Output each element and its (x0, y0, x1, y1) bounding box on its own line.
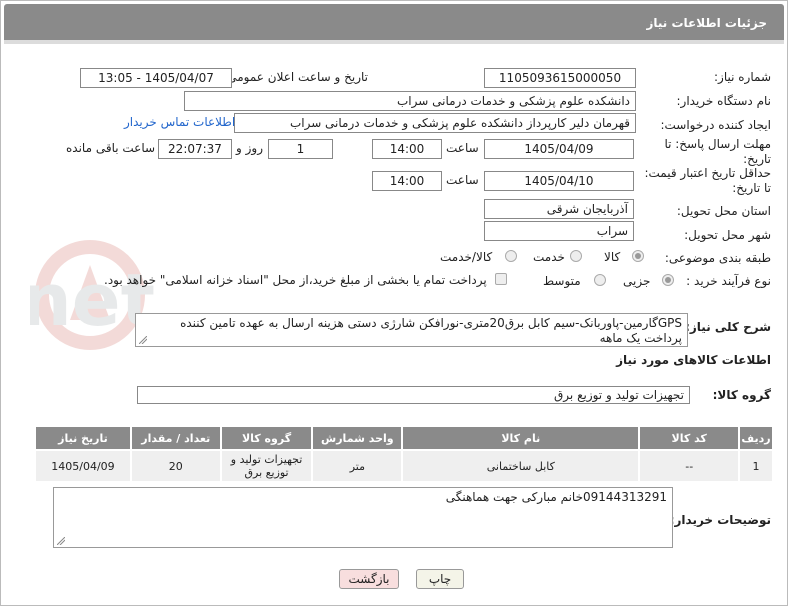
cell-code: -- (638, 449, 741, 483)
goods-group-label: گروه کالا: (712, 388, 771, 402)
announce-label: تاریخ و ساعت اعلان عمومی: (223, 70, 368, 84)
cell-name: کابل ساختمانی (401, 449, 641, 483)
resize-handle-icon[interactable] (57, 537, 65, 545)
validity-label-line1: حداقل تاریخ اعتبار قیمت: (644, 166, 771, 180)
category-radio-service[interactable] (570, 250, 582, 262)
goods-table: ردیف کد کالا نام کالا واحد شمارش گروه کا… (34, 425, 774, 483)
cell-need-date: 1405/04/09 (34, 449, 132, 483)
category-radio-goods-service[interactable] (505, 250, 517, 262)
category-option-service: خدمت (533, 250, 565, 264)
goods-table-header: ردیف کد کالا نام کالا واحد شمارش گروه کا… (34, 425, 774, 451)
treasury-payment-note: پرداخت تمام یا بخشی از مبلغ خرید،از محل … (104, 273, 487, 287)
need-number-label: شماره نیاز: (714, 70, 771, 84)
page-title: جزئیات اطلاعات نیاز (646, 16, 767, 30)
page-header: جزئیات اطلاعات نیاز (4, 4, 784, 44)
province-label: استان محل تحویل: (676, 204, 771, 218)
col-header-name: نام کالا (401, 425, 641, 451)
print-button[interactable]: چاپ (416, 569, 464, 589)
validity-label-line2: تا تاریخ: (732, 181, 771, 195)
need-number-field: 1105093615000050 (484, 68, 636, 88)
remaining-days-field: 1 (268, 139, 333, 159)
table-row: 1 -- کابل ساختمانی متر تجهیزات تولید و ت… (34, 449, 774, 483)
resize-handle-icon[interactable] (139, 336, 147, 344)
process-radio-medium[interactable] (594, 274, 606, 286)
buyer-notes-text: 09144313291خانم مبارکی جهت هماهنگی (445, 490, 667, 504)
deadline-date-field: 1405/04/09 (484, 139, 634, 159)
process-radio-minor[interactable] (662, 274, 674, 286)
city-field: سراب (484, 221, 634, 241)
general-desc-textarea[interactable]: GPSگارمین-پاوربانک-سیم کابل برق20متری-نو… (135, 313, 688, 347)
deadline-time-field: 14:00 (372, 139, 442, 159)
back-button[interactable]: بازگشت (339, 569, 399, 589)
col-header-need-date: تاریخ نیاز (34, 425, 132, 451)
treasury-payment-checkbox[interactable] (495, 273, 507, 285)
general-desc-label: شرح کلی نیاز: (685, 320, 771, 334)
city-label: شهر محل تحویل: (684, 228, 771, 242)
col-header-code: کد کالا (638, 425, 741, 451)
validity-date-field: 1405/04/10 (484, 171, 634, 191)
goods-group-field: تجهیزات تولید و توزیع برق (137, 386, 690, 404)
category-option-goods: کالا (604, 250, 621, 264)
category-label: طبقه بندی موضوعی: (664, 251, 771, 265)
deadline-label-line2: تاریخ: (743, 152, 771, 166)
remaining-time-field: 22:07:37 (158, 139, 232, 159)
col-header-group: گروه کالا (219, 425, 314, 451)
requester-field: قهرمان دلیر کارپرداز دانشکده علوم پزشکی … (234, 113, 636, 133)
cell-group: تجهیزات تولید و توزیع برق (219, 449, 314, 483)
cell-row-number: 1 (738, 449, 774, 483)
buyer-notes-textarea[interactable]: 09144313291خانم مبارکی جهت هماهنگی (53, 487, 673, 548)
requester-label: ایجاد کننده درخواست: (660, 118, 771, 132)
deadline-time-label: ساعت (446, 141, 479, 155)
general-desc-text: GPSگارمین-پاوربانک-سیم کابل برق20متری-نو… (180, 316, 682, 345)
col-header-row-number: ردیف (738, 425, 774, 451)
province-field: آذربایجان شرقی (484, 199, 634, 219)
remaining-label: ساعت باقی مانده (66, 141, 156, 155)
buyer-contact-link[interactable]: اطلاعات تماس خریدار (124, 115, 235, 129)
cell-unit: متر (311, 449, 404, 483)
col-header-unit: واحد شمارش (311, 425, 404, 451)
deadline-label-line1: مهلت ارسال پاسخ: تا (664, 137, 771, 151)
days-label: روز و (236, 141, 263, 155)
cell-quantity: 20 (129, 449, 222, 483)
announce-field: 1405/04/07 - 13:05 (80, 68, 232, 88)
goods-section-title: اطلاعات کالاهای مورد نیاز (616, 353, 771, 367)
buyer-org-field: دانشکده علوم پزشکی و خدمات درمانی سراب (184, 91, 636, 111)
col-header-quantity: تعداد / مقدار (129, 425, 222, 451)
buyer-org-label: نام دستگاه خریدار: (676, 94, 772, 108)
buyer-notes-label: توضیحات خریدار: (669, 513, 771, 527)
category-option-goods-service: کالا/خدمت (440, 250, 493, 264)
process-option-medium: متوسط (543, 274, 581, 288)
validity-time-label: ساعت (446, 173, 479, 187)
process-label: نوع فرآیند خرید : (686, 274, 771, 288)
process-option-minor: جزیی (623, 274, 651, 288)
category-radio-goods[interactable] (632, 250, 644, 262)
validity-time-field: 14:00 (372, 171, 442, 191)
